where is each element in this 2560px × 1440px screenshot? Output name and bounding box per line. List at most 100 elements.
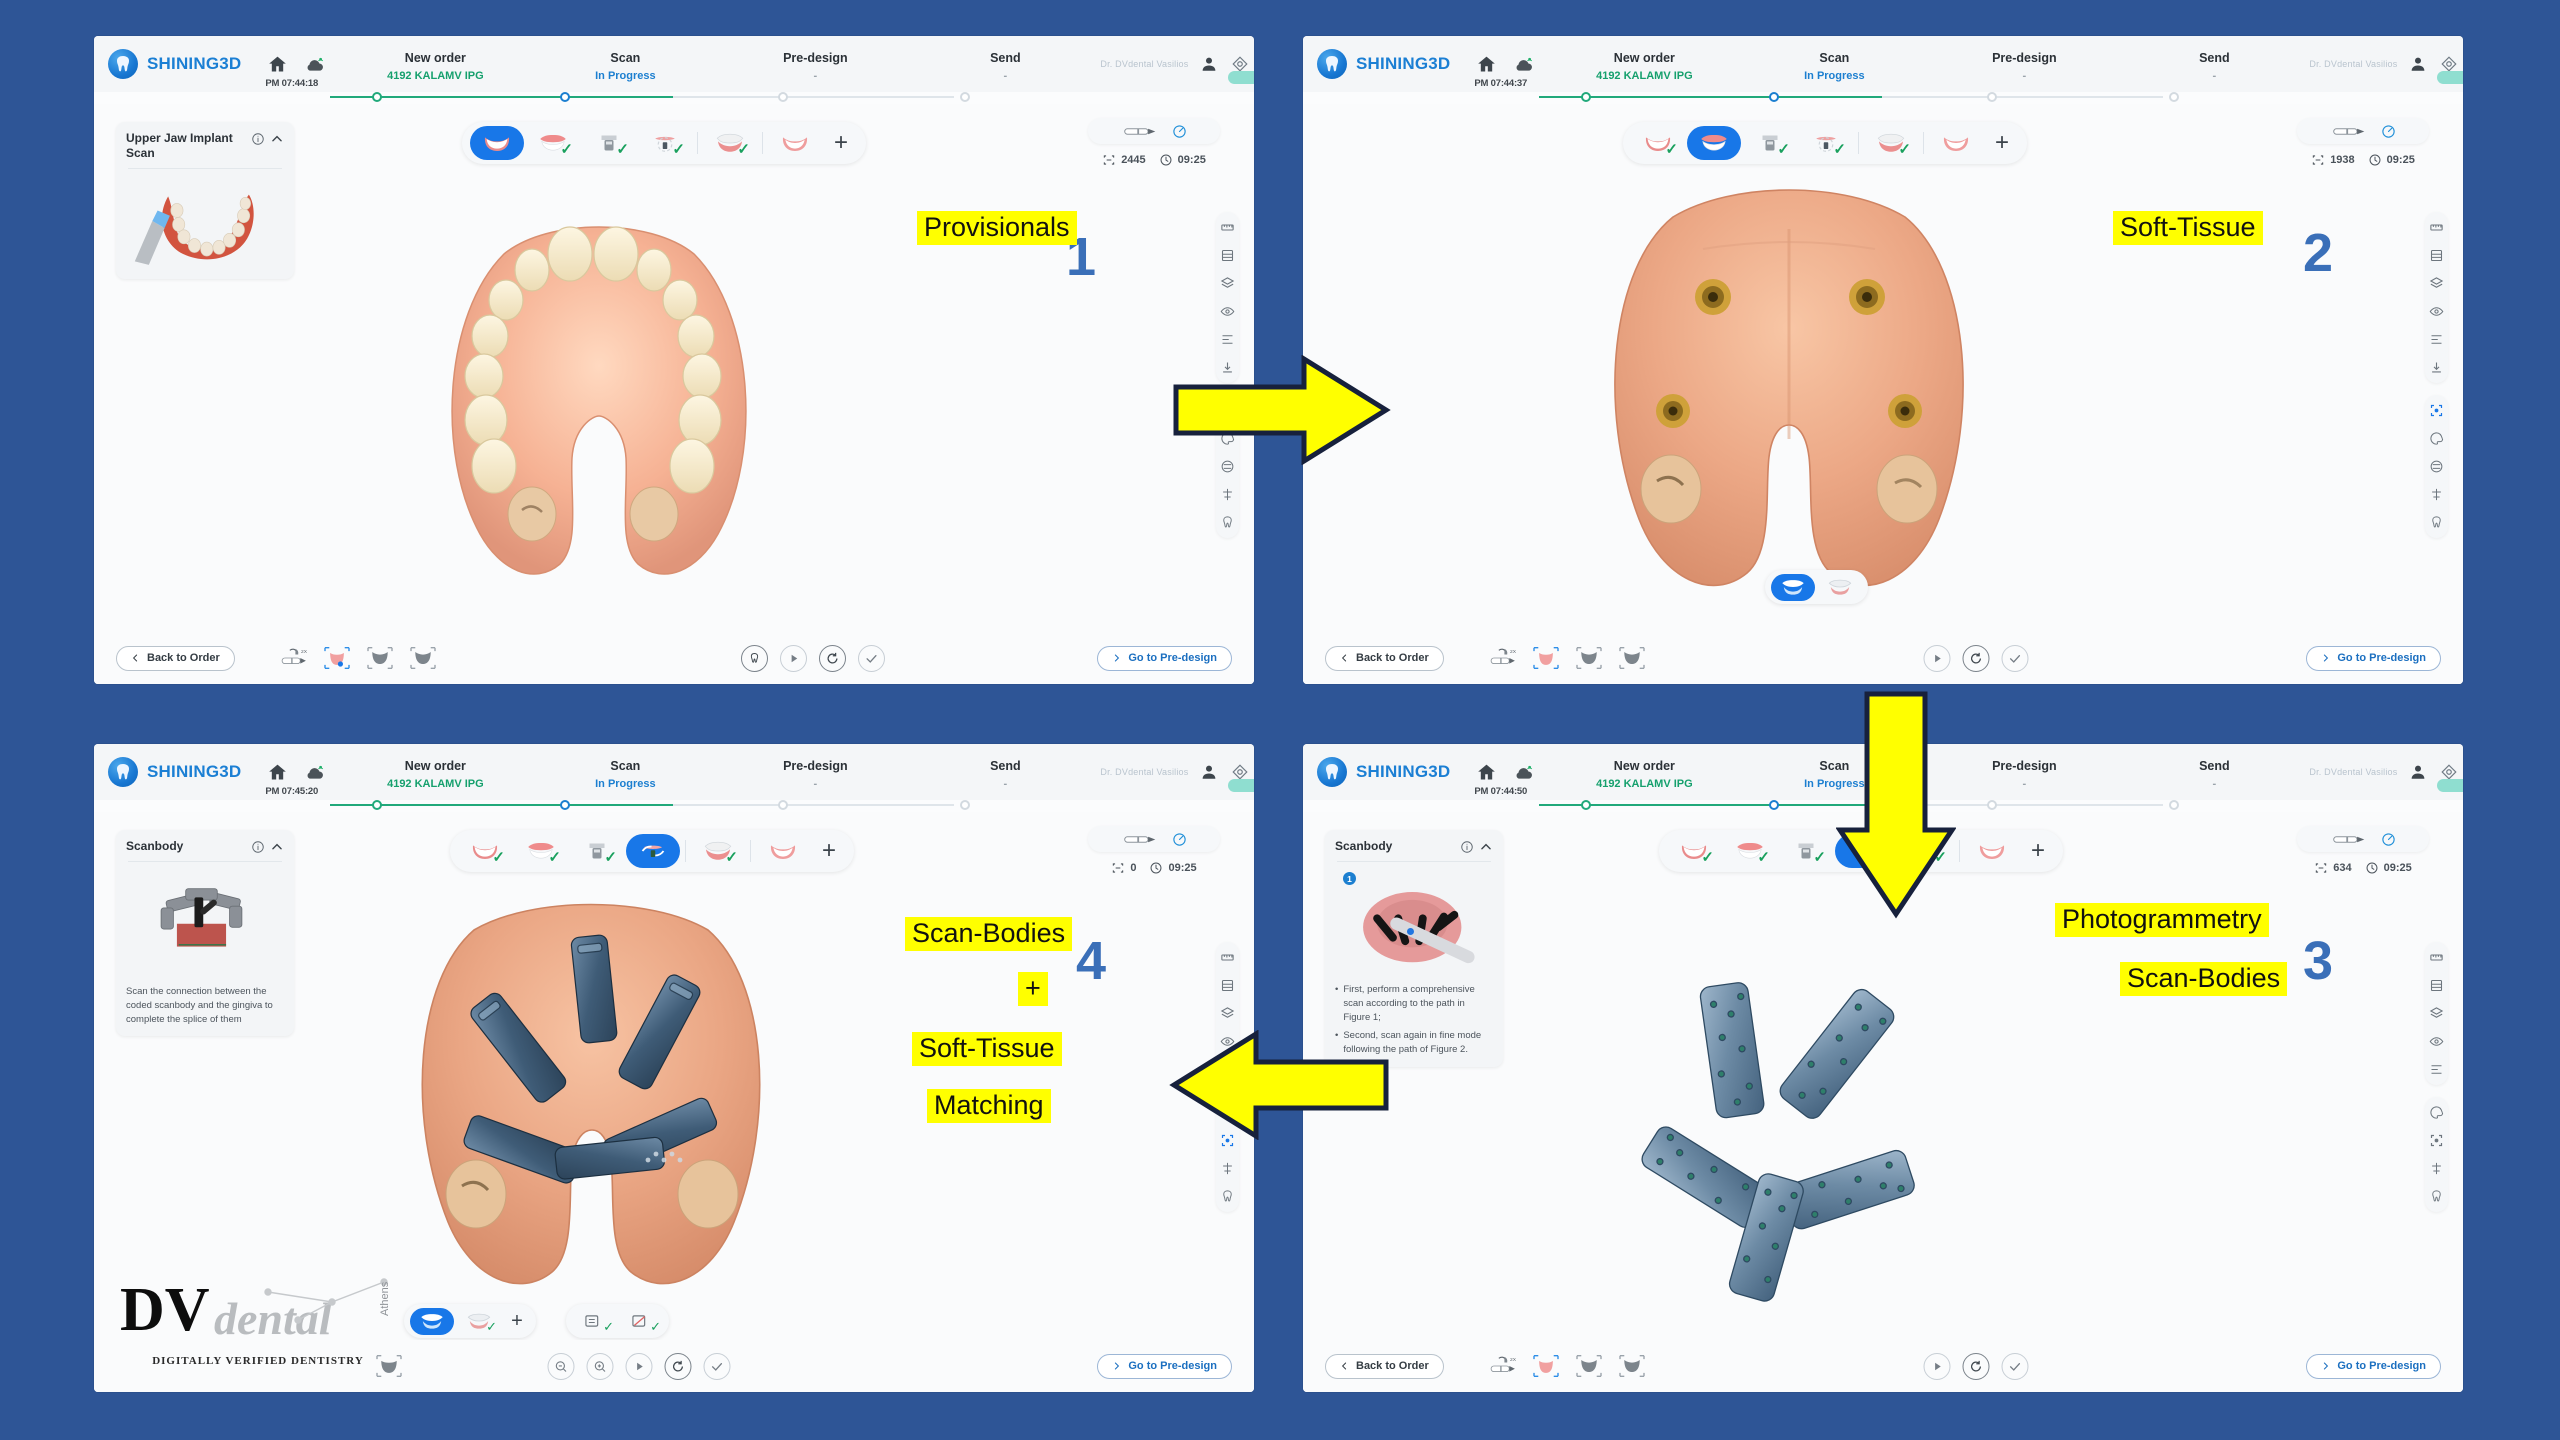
tooth-chart-icon[interactable] xyxy=(2428,1188,2445,1205)
scanner-2x-icon[interactable]: 2X xyxy=(1488,645,1518,671)
chevron-up-icon[interactable] xyxy=(269,131,284,146)
home-icon[interactable] xyxy=(265,52,289,76)
user-icon[interactable] xyxy=(2408,54,2428,74)
confirm-button[interactable] xyxy=(858,644,886,672)
tooth-chart-icon[interactable] xyxy=(1219,1188,1236,1205)
go-to-predesign-button[interactable]: Go to Pre-design xyxy=(2306,645,2441,671)
step-new-order[interactable]: New order 4192 KALAMV IPG xyxy=(1549,755,1739,790)
mode-gingiva-button[interactable] xyxy=(1771,573,1815,601)
sidecard-upper-jaw-implant-scan[interactable]: Upper Jaw Implant Scan xyxy=(116,122,294,279)
ruler-icon[interactable] xyxy=(1219,949,1236,966)
tool-upper-jaw[interactable]: ✓ xyxy=(1667,834,1721,868)
home-icon[interactable] xyxy=(265,760,289,784)
rail-node-predesign[interactable] xyxy=(778,92,788,102)
go-to-predesign-button[interactable]: Go to Pre-design xyxy=(1097,1353,1232,1379)
play-button[interactable] xyxy=(1923,644,1951,672)
rail-node-scan[interactable] xyxy=(1769,800,1779,810)
go-to-predesign-button[interactable]: Go to Pre-design xyxy=(1097,645,1232,671)
tool-lower-jaw[interactable]: ✓ xyxy=(1723,834,1777,868)
step-scan[interactable]: Scan In Progress xyxy=(1739,47,1929,82)
rail-node-predesign[interactable] xyxy=(778,800,788,810)
rail-node-new-order[interactable] xyxy=(1581,92,1591,102)
step-predesign[interactable]: Pre-design - xyxy=(720,755,910,790)
tool-upper-jaw[interactable] xyxy=(470,126,524,160)
fit-view-icon[interactable] xyxy=(2428,402,2445,419)
rail-node-send[interactable] xyxy=(960,800,970,810)
eye-icon[interactable] xyxy=(2428,303,2445,320)
user-icon[interactable] xyxy=(1199,762,1219,782)
layers-icon[interactable] xyxy=(2428,275,2445,292)
eye-icon[interactable] xyxy=(2428,1033,2445,1050)
zoom-out-button[interactable] xyxy=(547,1352,575,1380)
back-to-order-button[interactable]: Back to Order xyxy=(116,645,235,671)
ruler-icon[interactable] xyxy=(2428,949,2445,966)
tool-gingiva[interactable] xyxy=(1929,126,1983,160)
tool-upper-jaw[interactable]: ✓ xyxy=(458,834,512,868)
mode-denture-button[interactable] xyxy=(1818,574,1862,601)
cloud-wifi-icon[interactable] xyxy=(1511,52,1535,76)
reset-button[interactable] xyxy=(1962,1352,1990,1380)
step-send[interactable]: Send - xyxy=(910,47,1100,82)
tool-scanbody-splice[interactable] xyxy=(626,834,680,868)
back-to-order-button[interactable]: Back to Order xyxy=(1325,1353,1444,1379)
chevron-up-icon[interactable] xyxy=(269,839,284,854)
occlusion-icon[interactable] xyxy=(1219,486,1236,503)
rail-node-send[interactable] xyxy=(960,92,970,102)
cloud-wifi-icon[interactable] xyxy=(302,52,326,76)
ruler-icon[interactable] xyxy=(2428,219,2445,236)
occlusion-icon[interactable] xyxy=(1219,1160,1236,1177)
tool-bite-scan[interactable]: ✓ xyxy=(1743,126,1797,160)
add-scan-button[interactable]: + xyxy=(2021,834,2055,868)
info-icon[interactable] xyxy=(1459,839,1474,854)
capture-lower-icon[interactable] xyxy=(1574,1353,1604,1379)
tool-emergence-profile[interactable]: ✓ xyxy=(638,126,692,160)
step-new-order[interactable]: New order 4192 KALAMV IPG xyxy=(1549,47,1739,82)
grid-icon[interactable] xyxy=(1219,977,1236,994)
mode-denture-button[interactable]: ✓ xyxy=(457,1308,501,1335)
align-icon[interactable] xyxy=(2428,1061,2445,1078)
segment-select-button[interactable]: ✓ xyxy=(572,1308,616,1335)
rail-node-new-order[interactable] xyxy=(1581,800,1591,810)
chevron-up-icon[interactable] xyxy=(1478,839,1493,854)
tooth-chart-icon[interactable] xyxy=(1219,514,1236,531)
layers-icon[interactable] xyxy=(1219,1005,1236,1022)
scanner-2x-icon[interactable]: 2X xyxy=(1488,1353,1518,1379)
eye-icon[interactable] xyxy=(1219,303,1236,320)
tool-full-denture[interactable]: ✓ xyxy=(691,834,745,868)
tool-gingiva[interactable] xyxy=(1965,834,2019,868)
import-icon[interactable] xyxy=(2428,359,2445,376)
calibration-icon[interactable] xyxy=(1227,762,1254,792)
occlusion-icon[interactable] xyxy=(2428,1160,2445,1177)
capture-bite-icon[interactable] xyxy=(1617,1353,1647,1379)
go-to-predesign-button[interactable]: Go to Pre-design xyxy=(2306,1353,2441,1379)
rail-node-predesign[interactable] xyxy=(1987,92,1997,102)
3d-model-photogrammetry-scanbodies[interactable] xyxy=(1583,932,2003,1332)
step-scan[interactable]: Scan In Progress xyxy=(530,755,720,790)
rail-node-new-order[interactable] xyxy=(372,800,382,810)
step-send[interactable]: Send - xyxy=(2119,47,2309,82)
capture-lower-icon[interactable] xyxy=(1574,645,1604,671)
confirm-button[interactable] xyxy=(703,1352,731,1380)
capture-lower-icon[interactable] xyxy=(365,645,395,671)
palette-icon[interactable] xyxy=(2428,1104,2445,1121)
ruler-icon[interactable] xyxy=(1219,219,1236,236)
home-icon[interactable] xyxy=(1474,760,1498,784)
align-icon[interactable] xyxy=(1219,331,1236,348)
scanner-2x-icon[interactable]: 2X xyxy=(279,645,309,671)
calibration-icon[interactable] xyxy=(2436,762,2463,792)
tool-bite-scan[interactable]: ✓ xyxy=(1779,834,1833,868)
sidecard-scanbody[interactable]: Scanbody Scan the connection between the… xyxy=(116,830,294,1037)
tool-lower-jaw[interactable]: ✓ xyxy=(514,834,568,868)
capture-upper-icon[interactable] xyxy=(1531,645,1561,671)
cloud-wifi-icon[interactable] xyxy=(1511,760,1535,784)
rail-node-send[interactable] xyxy=(2169,800,2179,810)
rail-node-scan[interactable] xyxy=(560,92,570,102)
capture-upper-icon[interactable] xyxy=(1531,1353,1561,1379)
grid-icon[interactable] xyxy=(2428,977,2445,994)
step-predesign[interactable]: Pre-design - xyxy=(1929,47,2119,82)
info-icon[interactable] xyxy=(250,839,265,854)
reset-button[interactable] xyxy=(664,1352,692,1380)
rail-node-scan[interactable] xyxy=(1769,92,1779,102)
tool-gingiva[interactable] xyxy=(768,126,822,160)
confirm-button[interactable] xyxy=(2001,1352,2029,1380)
